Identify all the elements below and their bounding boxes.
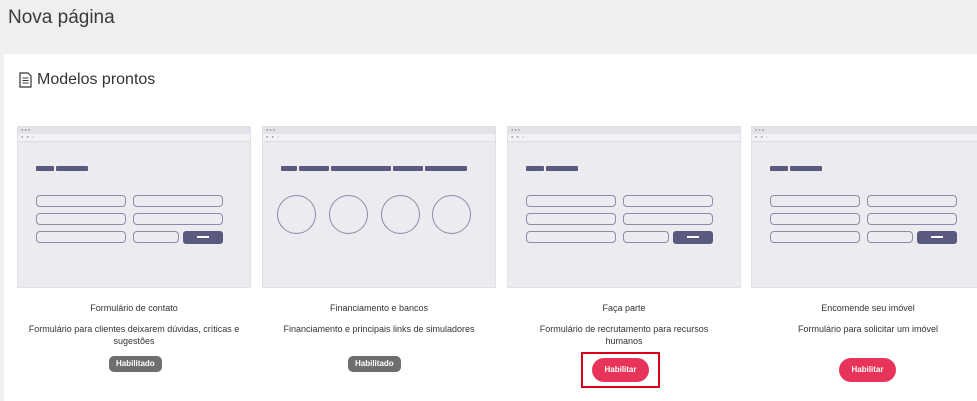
template-card-contact: ●●● ● ● ○ Formulário de contato Formulár… xyxy=(17,126,251,372)
template-card-order-property: ●●● ● ● ○ Encomende seu imóvel Formulári… xyxy=(751,126,977,382)
card-description: Formulário para solicitar um imóvel xyxy=(797,324,939,334)
enabled-button[interactable]: Habilitado xyxy=(348,356,401,372)
card-description: Formulário de recrutamento para recursos… xyxy=(539,324,709,346)
enable-button[interactable]: Habilitar xyxy=(592,358,649,382)
card-title: Faça parte xyxy=(602,303,646,313)
template-thumbnail[interactable]: ●●● ● ● ○ xyxy=(262,126,496,288)
card-title: Formulário de contato xyxy=(90,303,178,313)
page-title: Nova página xyxy=(8,7,115,28)
template-thumbnail[interactable]: ●●● ● ● ○ xyxy=(507,126,741,288)
template-thumbnail[interactable]: ●●● ● ● ○ xyxy=(751,126,977,288)
template-thumbnail[interactable]: ●●● ● ● ○ xyxy=(17,126,251,288)
card-title: Financiamento e bancos xyxy=(329,303,429,313)
card-title: Encomende seu imóvel xyxy=(821,303,915,313)
card-description: Financiamento e principais links de simu… xyxy=(283,324,475,334)
section-header: Modelos prontos xyxy=(18,71,155,89)
template-card-join: ●●● ● ● ○ Faça parte Formulário de recru… xyxy=(507,126,741,388)
section-title: Modelos prontos xyxy=(37,71,156,88)
document-icon xyxy=(18,72,33,88)
card-description: Formulário para clientes deixarem dúvida… xyxy=(28,324,240,346)
templates-panel: Modelos prontos ●●● ● ● ○ Formulário de … xyxy=(4,54,977,401)
template-card-financing: ●●● ● ● ○ Financiamento e bancos Financi… xyxy=(262,126,496,372)
enabled-button[interactable]: Habilitado xyxy=(109,356,162,372)
enable-button[interactable]: Habilitar xyxy=(839,358,896,382)
